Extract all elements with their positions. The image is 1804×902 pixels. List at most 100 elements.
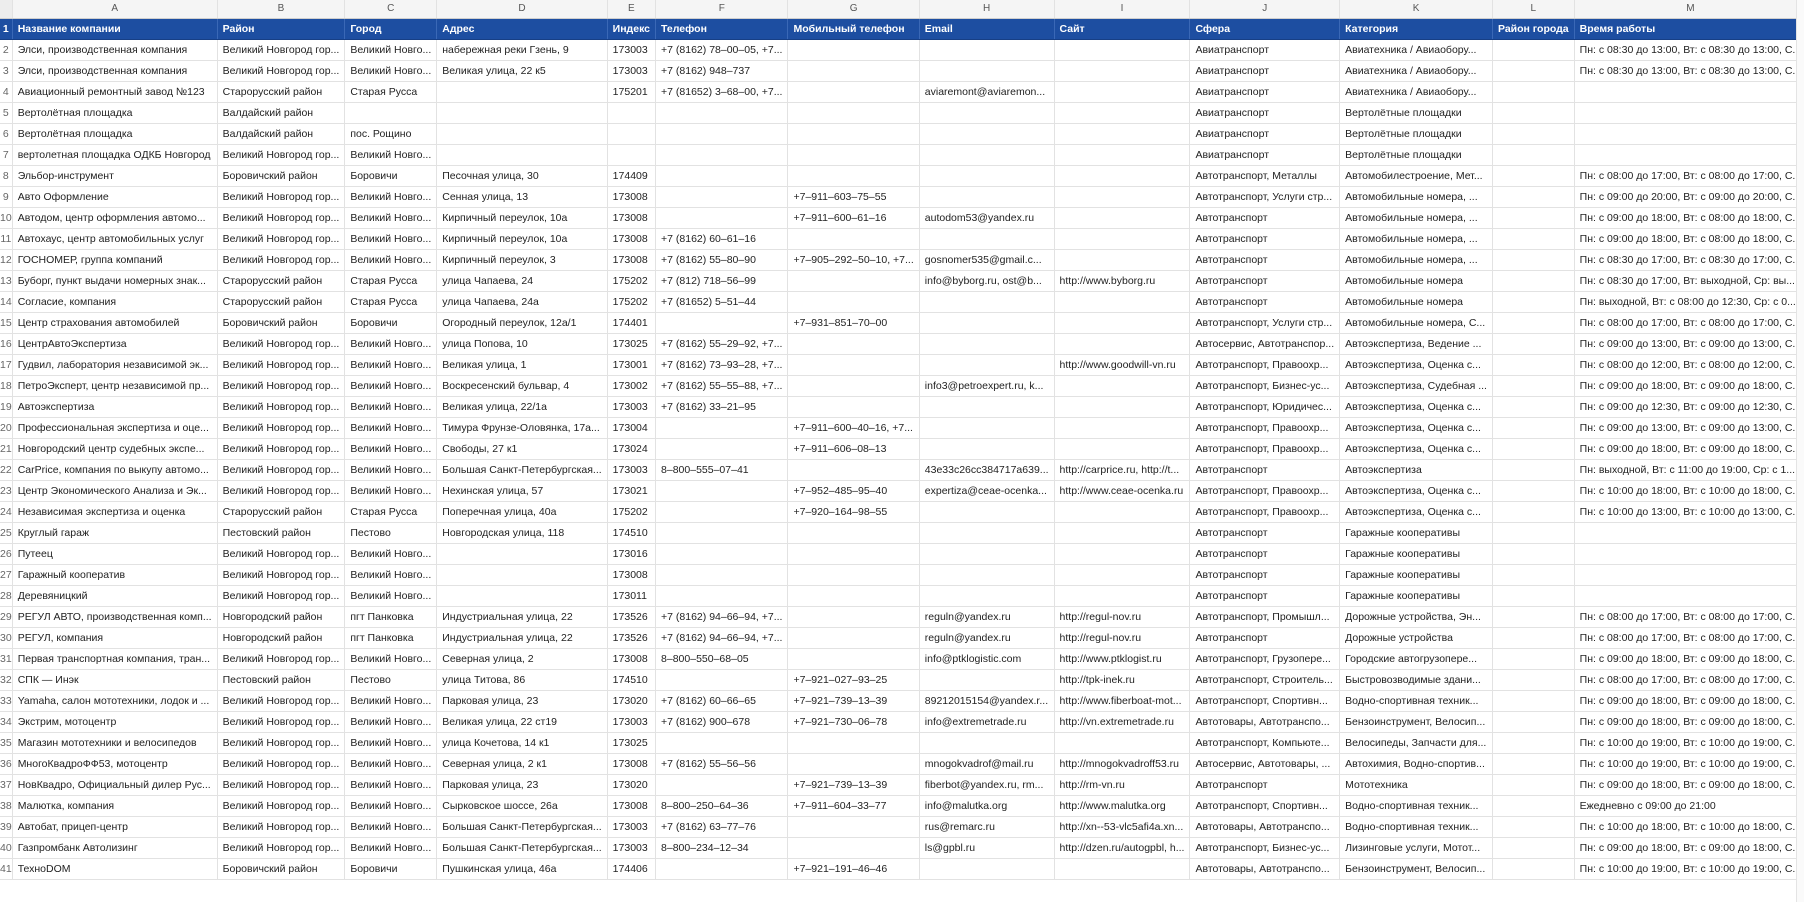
address-cell[interactable]: Большая Санкт-Петербургская... <box>436 816 608 838</box>
hours-cell[interactable] <box>1574 102 1804 124</box>
sphere-cell[interactable]: Автотранспорт <box>1189 207 1341 229</box>
site-cell[interactable] <box>1054 81 1191 103</box>
category-cell[interactable]: Дорожные устройства, Эн... <box>1339 606 1493 628</box>
city-cell[interactable]: Боровичи <box>344 165 438 187</box>
phone-cell[interactable]: +7 (812) 718–56–99 <box>655 270 789 292</box>
hours-cell[interactable]: Пн: с 09:00 до 13:00, Вт: с 09:00 до 13:… <box>1574 333 1804 355</box>
row-number[interactable]: 21 <box>0 438 13 460</box>
sphere-cell[interactable]: Автотранспорт, Грузопере... <box>1189 648 1341 670</box>
row-number[interactable]: 34 <box>0 711 13 733</box>
row-number[interactable]: 10 <box>0 207 13 229</box>
site-cell[interactable] <box>1054 228 1191 250</box>
company-name-cell[interactable]: Деревяницкий <box>12 585 218 607</box>
category-cell[interactable]: Автомобильные номера, ... <box>1339 207 1493 229</box>
city-cell[interactable]: Великий Новго... <box>344 564 438 586</box>
email-cell[interactable]: aviaremont@aviaremon... <box>919 81 1055 103</box>
district-cell[interactable]: Новгородский район <box>217 627 346 649</box>
category-cell[interactable]: Бензоинструмент, Велосип... <box>1339 858 1493 880</box>
index-cell[interactable]: 173008 <box>607 648 657 670</box>
phone-cell[interactable]: +7 (8162) 78–00–05, +7... <box>655 39 789 61</box>
site-cell[interactable] <box>1054 564 1191 586</box>
district-cell[interactable]: Пестовский район <box>217 522 346 544</box>
email-cell[interactable] <box>919 291 1055 313</box>
row-number[interactable]: 5 <box>0 102 13 124</box>
city-cell[interactable]: Великий Новго... <box>344 585 438 607</box>
email-cell[interactable] <box>919 333 1055 355</box>
index-cell[interactable]: 173002 <box>607 375 657 397</box>
city-district-cell[interactable] <box>1492 102 1575 124</box>
address-cell[interactable]: Сенная улица, 13 <box>436 186 608 208</box>
index-cell[interactable]: 173016 <box>607 543 657 565</box>
email-cell[interactable] <box>919 102 1055 124</box>
address-cell[interactable]: Большая Санкт-Петербургская... <box>436 459 608 481</box>
address-cell[interactable] <box>436 543 608 565</box>
phone-cell[interactable] <box>655 585 789 607</box>
sphere-cell[interactable]: Автотранспорт <box>1189 522 1341 544</box>
email-cell[interactable] <box>919 312 1055 334</box>
index-cell[interactable]: 173008 <box>607 564 657 586</box>
sphere-cell[interactable]: Автотранспорт, Юридичес... <box>1189 396 1341 418</box>
index-cell[interactable]: 173001 <box>607 354 657 376</box>
sphere-cell[interactable]: Автотранспорт <box>1189 291 1341 313</box>
phone-cell[interactable] <box>655 438 789 460</box>
hours-cell[interactable] <box>1574 564 1804 586</box>
index-cell[interactable]: 173003 <box>607 816 657 838</box>
header-cell[interactable]: Название компании <box>12 18 218 40</box>
city-district-cell[interactable] <box>1492 627 1575 649</box>
city-cell[interactable]: Великий Новго... <box>344 144 438 166</box>
column-header[interactable]: B <box>217 0 346 19</box>
row-number[interactable]: 20 <box>0 417 13 439</box>
row-number[interactable]: 22 <box>0 459 13 481</box>
district-cell[interactable]: Великий Новгород гор... <box>217 375 346 397</box>
hours-cell[interactable]: Пн: с 08:30 до 13:00, Вт: с 08:30 до 13:… <box>1574 60 1804 82</box>
category-cell[interactable]: Автоэкспертиза, Судебная ... <box>1339 375 1493 397</box>
row-number[interactable]: 41 <box>0 858 13 880</box>
hours-cell[interactable]: Пн: с 09:00 до 18:00, Вт: с 09:00 до 18:… <box>1574 690 1804 712</box>
category-cell[interactable]: Авиатехника / Авиаобору... <box>1339 81 1493 103</box>
sphere-cell[interactable]: Авиатранспорт <box>1189 60 1341 82</box>
category-cell[interactable]: Бензоинструмент, Велосип... <box>1339 711 1493 733</box>
hours-cell[interactable]: Пн: выходной, Вт: с 11:00 до 19:00, Ср: … <box>1574 459 1804 481</box>
row-number[interactable]: 13 <box>0 270 13 292</box>
company-name-cell[interactable]: НовКвадро, Официальный дилер Рус... <box>12 774 218 796</box>
category-cell[interactable]: Автохимия, Водно-спортив... <box>1339 753 1493 775</box>
hours-cell[interactable]: Пн: с 09:00 до 18:00, Вт: с 09:00 до 18:… <box>1574 438 1804 460</box>
mobile-cell[interactable]: +7–911–600–61–16 <box>787 207 920 229</box>
email-cell[interactable]: info@extremetrade.ru <box>919 711 1055 733</box>
mobile-cell[interactable] <box>787 102 920 124</box>
phone-cell[interactable]: +7 (8162) 900–678 <box>655 711 789 733</box>
address-cell[interactable] <box>436 585 608 607</box>
mobile-cell[interactable] <box>787 165 920 187</box>
city-cell[interactable]: Великий Новго... <box>344 354 438 376</box>
company-name-cell[interactable]: Центр Экономического Анализа и Эк... <box>12 480 218 502</box>
company-name-cell[interactable]: Гаражный кооператив <box>12 564 218 586</box>
index-cell[interactable]: 173008 <box>607 795 657 817</box>
hours-cell[interactable]: Пн: с 09:00 до 18:00, Вт: с 08:00 до 18:… <box>1574 207 1804 229</box>
mobile-cell[interactable]: +7–911–604–33–77 <box>787 795 920 817</box>
address-cell[interactable]: Большая Санкт-Петербургская... <box>436 837 608 859</box>
site-cell[interactable]: http://tpk-inek.ru <box>1054 669 1191 691</box>
row-number[interactable]: 36 <box>0 753 13 775</box>
company-name-cell[interactable]: ПетроЭксперт, центр независимой пр... <box>12 375 218 397</box>
mobile-cell[interactable] <box>787 354 920 376</box>
district-cell[interactable]: Великий Новгород гор... <box>217 648 346 670</box>
sphere-cell[interactable]: Авиатранспорт <box>1189 144 1341 166</box>
city-district-cell[interactable] <box>1492 543 1575 565</box>
district-cell[interactable]: Великий Новгород гор... <box>217 417 346 439</box>
city-cell[interactable]: Великий Новго... <box>344 333 438 355</box>
category-cell[interactable]: Гаражные кооперативы <box>1339 564 1493 586</box>
phone-cell[interactable] <box>655 480 789 502</box>
email-cell[interactable] <box>919 858 1055 880</box>
address-cell[interactable] <box>436 144 608 166</box>
mobile-cell[interactable] <box>787 81 920 103</box>
phone-cell[interactable]: 8–800–250–64–36 <box>655 795 789 817</box>
row-number[interactable]: 40 <box>0 837 13 859</box>
city-district-cell[interactable] <box>1492 396 1575 418</box>
site-cell[interactable]: http://www.ptklogist.ru <box>1054 648 1191 670</box>
email-cell[interactable] <box>919 354 1055 376</box>
sphere-cell[interactable]: Автотранспорт <box>1189 774 1341 796</box>
company-name-cell[interactable]: Экстрим, мотоцентр <box>12 711 218 733</box>
email-cell[interactable]: mnogokvadrof@mail.ru <box>919 753 1055 775</box>
phone-cell[interactable] <box>655 186 789 208</box>
company-name-cell[interactable]: CarPrice, компания по выкупу автомо... <box>12 459 218 481</box>
